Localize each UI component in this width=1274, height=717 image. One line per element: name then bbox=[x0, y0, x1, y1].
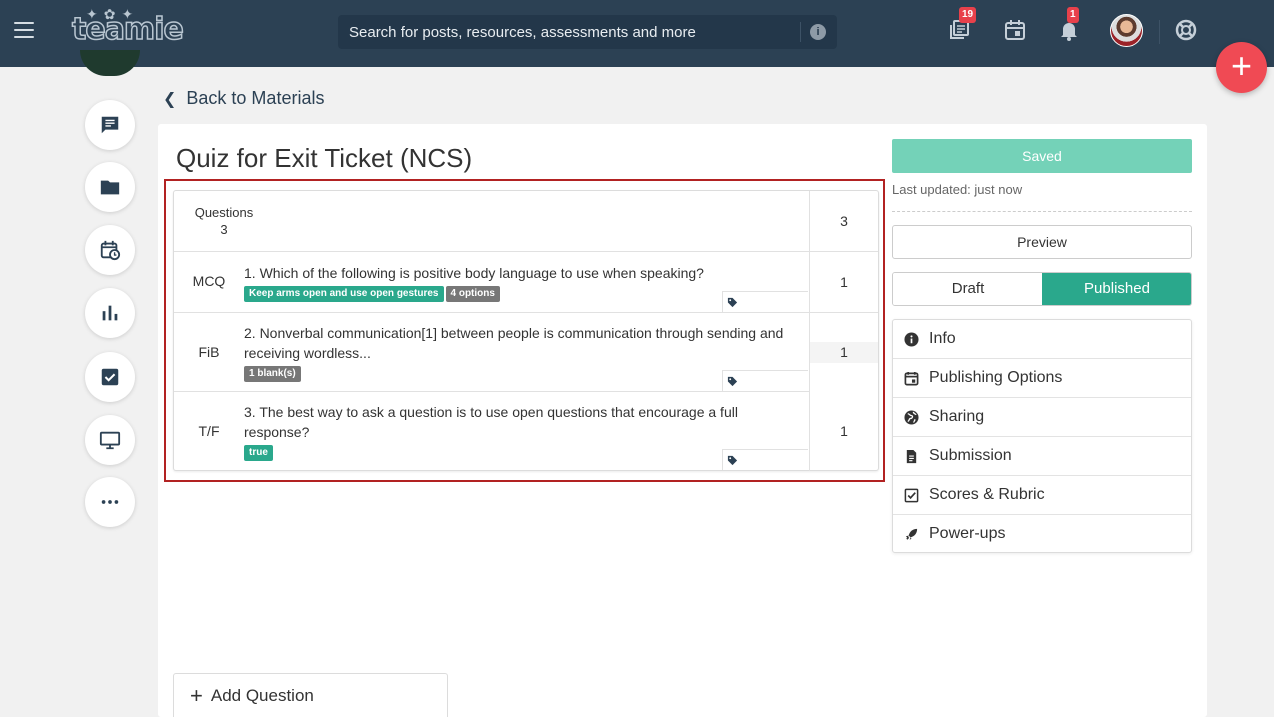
question-title: 2. Nonverbal communication[1] between pe… bbox=[244, 325, 784, 361]
back-label: Back to Materials bbox=[186, 88, 325, 108]
tag-icon bbox=[727, 297, 738, 308]
library-button[interactable]: 19 bbox=[948, 7, 977, 46]
tag-icon bbox=[727, 376, 738, 387]
teamie-logo[interactable]: teamie bbox=[71, 11, 184, 48]
notifications-badge: 1 bbox=[1067, 7, 1079, 23]
question-row[interactable]: FiB 2. Nonverbal communication[1] betwee… bbox=[174, 313, 878, 392]
calendar-icon bbox=[904, 371, 919, 386]
document-icon bbox=[906, 449, 917, 464]
help-button[interactable] bbox=[1174, 18, 1202, 46]
add-question-button[interactable]: + Add Question bbox=[173, 673, 448, 717]
group-avatar[interactable] bbox=[80, 50, 140, 76]
answer-chip: Keep arms open and use open gestures bbox=[244, 286, 444, 302]
question-points[interactable]: 1 bbox=[809, 313, 878, 392]
tag-button[interactable] bbox=[722, 291, 808, 312]
folder-icon bbox=[100, 180, 120, 195]
question-row[interactable]: T/F 3. The best way to ask a question is… bbox=[174, 392, 878, 471]
rail-more-button[interactable] bbox=[85, 477, 135, 527]
create-fab-button[interactable]: + bbox=[1216, 42, 1267, 93]
search-bar: i bbox=[338, 15, 837, 49]
rocket-icon bbox=[905, 528, 918, 541]
saved-button[interactable]: Saved bbox=[892, 139, 1192, 173]
question-text: 3. The best way to ask a question is to … bbox=[244, 402, 784, 461]
question-title: 1. Which of the following is positive bo… bbox=[244, 265, 704, 281]
user-avatar[interactable] bbox=[1110, 14, 1143, 47]
menu-item-info[interactable]: Info bbox=[893, 320, 1191, 359]
tag-icon bbox=[727, 455, 738, 466]
globe-icon bbox=[904, 410, 919, 425]
rail-classroom-button[interactable] bbox=[85, 415, 135, 465]
menu-item-sharing[interactable]: Sharing bbox=[893, 398, 1191, 437]
menu-item-scores-rubric[interactable]: Scores & Rubric bbox=[893, 476, 1191, 515]
rail-tasks-button[interactable] bbox=[85, 352, 135, 402]
menu-item-submission[interactable]: Submission bbox=[893, 437, 1191, 476]
lifebuoy-icon bbox=[1175, 19, 1197, 41]
blanks-chip: 1 blank(s) bbox=[244, 366, 301, 382]
plus-icon: + bbox=[190, 683, 203, 708]
rail-analytics-button[interactable] bbox=[85, 288, 135, 338]
page-title: Quiz for Exit Ticket (NCS) bbox=[176, 143, 473, 173]
back-to-materials-link[interactable]: ❮ Back to Materials bbox=[163, 88, 324, 109]
menu-item-power-ups[interactable]: Power-ups bbox=[893, 515, 1191, 554]
status-toggle: Draft Published bbox=[892, 272, 1192, 306]
answer-chip: true bbox=[244, 445, 273, 461]
menu-item-label: Submission bbox=[929, 447, 1012, 464]
calendar-icon bbox=[1005, 20, 1025, 40]
search-divider bbox=[800, 22, 801, 42]
bar-chart-icon bbox=[102, 305, 118, 321]
rail-materials-button[interactable] bbox=[85, 162, 135, 212]
preview-button[interactable]: Preview bbox=[892, 225, 1192, 259]
rail-schedule-button[interactable] bbox=[85, 225, 135, 275]
draft-toggle-option[interactable]: Draft bbox=[893, 273, 1043, 305]
menu-item-label: Publishing Options bbox=[929, 369, 1063, 386]
question-text: 2. Nonverbal communication[1] between pe… bbox=[244, 323, 804, 382]
settings-menu: Info Publishing Options Sharing Submissi… bbox=[892, 319, 1192, 553]
menu-item-publishing-options[interactable]: Publishing Options bbox=[893, 359, 1191, 398]
question-row[interactable]: MCQ 1. Which of the following is positiv… bbox=[174, 252, 878, 313]
calendar-button[interactable] bbox=[1003, 18, 1031, 46]
questions-header-row: Questions 3 3 bbox=[174, 191, 878, 252]
info-icon[interactable]: i bbox=[810, 24, 826, 40]
tag-button[interactable] bbox=[722, 449, 808, 470]
menu-item-label: Info bbox=[929, 330, 956, 347]
question-points[interactable]: 1 bbox=[809, 252, 878, 313]
chat-icon bbox=[101, 116, 119, 134]
question-type: T/F bbox=[198, 423, 220, 439]
question-type: MCQ bbox=[192, 273, 226, 289]
checkbox-icon bbox=[101, 368, 119, 386]
menu-item-label: Scores & Rubric bbox=[929, 486, 1045, 503]
menu-item-label: Sharing bbox=[929, 408, 985, 425]
options-chip: 4 options bbox=[445, 286, 500, 302]
topbar-divider bbox=[1159, 20, 1160, 44]
tag-button[interactable] bbox=[722, 370, 808, 391]
rail-messages-button[interactable] bbox=[85, 100, 135, 150]
questions-table: Questions 3 3 MCQ 1. Which of the follow… bbox=[173, 190, 879, 471]
menu-item-label: Power-ups bbox=[929, 525, 1006, 542]
notifications-button[interactable]: 1 bbox=[1057, 7, 1085, 46]
published-toggle-option[interactable]: Published bbox=[1042, 273, 1191, 305]
top-bar: ✦✿✦ teamie i 19 1 bbox=[0, 0, 1274, 67]
menu-icon[interactable] bbox=[14, 22, 34, 38]
calendar-clock-icon bbox=[100, 240, 121, 261]
questions-label: Questions bbox=[194, 205, 254, 220]
search-input[interactable] bbox=[338, 15, 798, 49]
chevron-left-icon: ❮ bbox=[163, 91, 177, 108]
dashed-divider bbox=[892, 211, 1192, 212]
question-title: 3. The best way to ask a question is to … bbox=[244, 404, 738, 440]
checkbox-icon bbox=[904, 488, 919, 503]
question-type: FiB bbox=[198, 344, 220, 360]
question-points[interactable]: 1 bbox=[809, 392, 878, 471]
add-question-label: Add Question bbox=[210, 686, 314, 705]
library-badge: 19 bbox=[959, 7, 977, 23]
total-points: 3 bbox=[809, 191, 878, 252]
questions-count: 3 bbox=[220, 222, 228, 237]
question-text: 1. Which of the following is positive bo… bbox=[244, 263, 804, 302]
info-icon bbox=[904, 332, 919, 347]
questions-header: Questions 3 bbox=[193, 205, 255, 237]
more-dots-icon bbox=[101, 500, 119, 504]
last-updated-text: Last updated: just now bbox=[892, 182, 1023, 197]
monitor-icon bbox=[99, 431, 121, 450]
